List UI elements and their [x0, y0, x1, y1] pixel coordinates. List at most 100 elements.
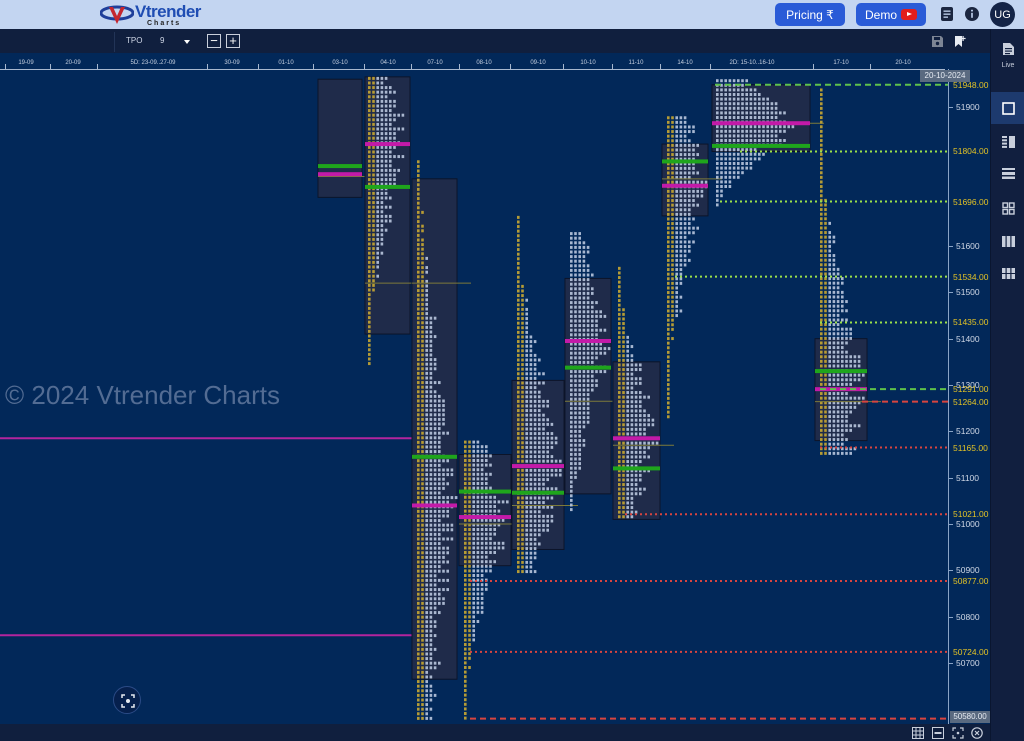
tpo-letter [639, 478, 642, 482]
tpo-letter [671, 281, 674, 285]
tpo-letter [845, 396, 848, 400]
tpo-letter [634, 414, 638, 418]
tpo-letter [468, 666, 471, 669]
tpo-letter [836, 336, 840, 340]
multi-grid-layout-button[interactable] [991, 257, 1024, 289]
tpo-letter [468, 647, 471, 651]
tpo-letter [667, 364, 670, 368]
tpo-letter [578, 425, 581, 429]
poc-line [459, 515, 511, 520]
tpo-letter [521, 482, 524, 486]
tpo-letter [538, 455, 541, 459]
rows-layout-button[interactable] [991, 157, 1024, 189]
tpo-letter [741, 111, 744, 115]
tpo-letter [476, 597, 480, 600]
tpo-letter [716, 129, 719, 133]
tpo-letter [480, 482, 484, 485]
tpo-letter [582, 278, 586, 282]
tpo-letter [429, 367, 433, 371]
tpo-letter [480, 569, 484, 573]
tpo-letter [529, 487, 533, 491]
tpo-letter [586, 397, 590, 401]
tpo-letter [421, 519, 424, 523]
close-circle-icon[interactable] [971, 727, 983, 739]
tpo-letter [716, 198, 719, 202]
tpo-letter [425, 256, 428, 260]
tpo-letter [741, 125, 744, 129]
tpo-letter [667, 396, 670, 400]
tpo-letter [582, 314, 586, 318]
tpo-letter [745, 106, 748, 110]
tpo-letter [368, 178, 371, 182]
live-icon[interactable] [1002, 42, 1015, 56]
tpo-letter [622, 308, 625, 312]
tpo-letter [618, 496, 621, 500]
tpo-letter [824, 258, 827, 262]
tpo-letter [762, 106, 765, 110]
tpo-letter [517, 505, 520, 509]
tpo-letter [429, 597, 433, 601]
tpo-letter [671, 208, 674, 212]
tpo-letter [464, 656, 467, 660]
tpo-letter [521, 473, 524, 477]
tpo-letter [728, 171, 732, 175]
tpo-letter [774, 134, 778, 138]
tpo-letter [438, 381, 441, 385]
tpo-letter [517, 330, 520, 334]
tpo-letter [758, 125, 761, 129]
tpo-letter [464, 445, 467, 449]
tpo-letter [683, 130, 687, 134]
tpo-letter [464, 560, 467, 564]
tpo-letter [376, 145, 379, 149]
columns-layout-button[interactable] [991, 225, 1024, 257]
focus-small-icon[interactable] [952, 727, 964, 739]
tpo-letter [389, 99, 392, 103]
tpo-letter [634, 455, 638, 459]
tpo-letter [525, 537, 528, 541]
single-layout-button[interactable] [991, 92, 1024, 124]
tpo-letter [824, 249, 827, 253]
tpo-letter [618, 289, 621, 293]
tpo-letter [472, 532, 475, 536]
tpo-letter [417, 266, 420, 270]
tpo-letter [634, 395, 638, 399]
focus-button[interactable] [113, 686, 141, 714]
tpo-letter [425, 542, 428, 546]
tpo-letter [630, 423, 634, 427]
tpo-letter [728, 162, 732, 165]
tpo-letter [762, 152, 765, 156]
user-avatar[interactable]: UG [990, 2, 1015, 27]
tpo-letter [570, 448, 573, 452]
tpo-letter [582, 370, 586, 374]
tpo-letter [368, 81, 371, 85]
tpo-letter [417, 220, 420, 224]
tpo-letter [480, 551, 484, 554]
tpo-letter [429, 606, 433, 610]
tpo-letter [841, 332, 844, 336]
tpo-letter [521, 501, 524, 505]
grid-toggle-icon[interactable] [912, 727, 924, 739]
tpo-letter [836, 442, 840, 446]
tpo-letter [692, 180, 695, 184]
tpo-letter [485, 583, 488, 587]
tpo-letter [529, 340, 533, 344]
tpo-letter [521, 468, 524, 472]
abc-toggle-icon[interactable] [932, 727, 944, 739]
tpo-letter [438, 463, 441, 467]
tpo-letter [480, 555, 484, 559]
tpo-letter [643, 441, 646, 445]
tpo-letter [472, 477, 475, 481]
tpo-letter [683, 263, 687, 267]
tpo-letter [832, 258, 836, 262]
tpo-letter [476, 537, 480, 541]
tpo-letter [417, 707, 420, 711]
tpo-letter [688, 189, 691, 193]
live-label[interactable]: Live [991, 62, 1024, 69]
split-layout-button[interactable] [991, 126, 1024, 158]
tpo-letter [485, 505, 488, 508]
tpo-letter [647, 455, 650, 459]
tpo-letter [464, 615, 467, 619]
tpo-letter [828, 258, 831, 262]
tpo-letter [828, 424, 831, 428]
grid-layout-button[interactable] [991, 192, 1024, 224]
